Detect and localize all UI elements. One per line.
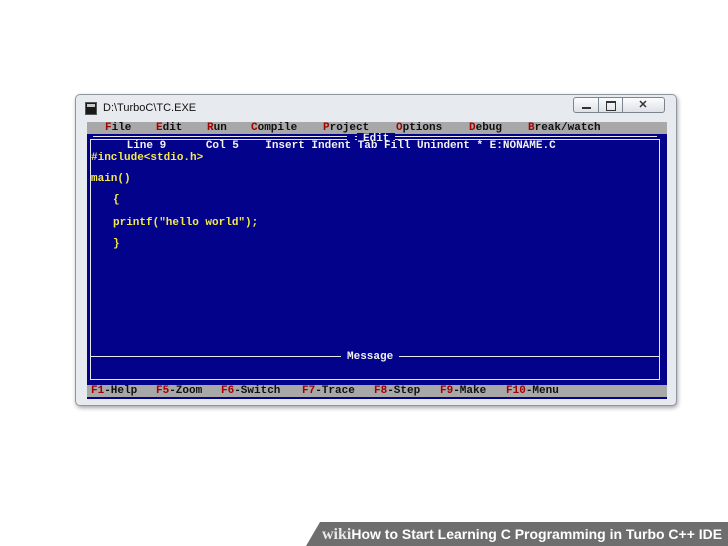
fkey-menu-label: -Menu <box>525 385 559 397</box>
minimize-button[interactable] <box>573 97 599 113</box>
menu-debug[interactable]: Debug <box>469 122 502 134</box>
dos-screen: File Edit Run Compile Project Options De… <box>87 122 667 399</box>
menu-project-hotkey: P <box>323 122 330 134</box>
code-line-main[interactable]: main() <box>91 173 131 185</box>
maximize-icon <box>606 101 616 111</box>
menu-run-hotkey: R <box>207 122 214 134</box>
fkey-switch-key: F6 <box>221 385 235 397</box>
fkey-help-label: -Help <box>104 385 138 397</box>
close-icon: ✕ <box>638 99 648 111</box>
menu-edit-label: dit <box>162 122 183 134</box>
fkey-menu-key: F10 <box>506 385 526 397</box>
fkey-make-label: -Make <box>453 385 487 397</box>
maximize-button[interactable] <box>599 97 623 113</box>
fkey-help-key: F1 <box>91 385 105 397</box>
fkey-trace[interactable]: F7-Trace <box>302 385 355 397</box>
menu-debug-hotkey: D <box>469 122 476 134</box>
fkey-step-key: F8 <box>374 385 388 397</box>
fkey-zoom-key: F5 <box>156 385 170 397</box>
minimize-icon <box>582 107 591 109</box>
menu-break-watch-label: reak/watch <box>534 122 601 134</box>
menu-file-hotkey: F <box>105 122 112 134</box>
menu-run[interactable]: Run <box>207 122 227 134</box>
close-button[interactable]: ✕ <box>623 97 665 113</box>
fkey-trace-key: F7 <box>302 385 316 397</box>
menu-edit-hotkey: E <box>156 122 163 134</box>
fkey-make[interactable]: F9-Make <box>440 385 486 397</box>
menu-edit[interactable]: Edit <box>156 122 182 134</box>
edit-window-frame[interactable] <box>90 136 660 380</box>
fkey-zoom-label: -Zoom <box>169 385 203 397</box>
fkey-trace-label: -Trace <box>315 385 355 397</box>
window-title: D:\TurboC\TC.EXE <box>103 102 197 114</box>
menu-run-label: un <box>213 122 227 134</box>
fkey-step-label: -Step <box>387 385 421 397</box>
menu-break-watch-hotkey: B <box>528 122 535 134</box>
menu-options[interactable]: Options <box>396 122 442 134</box>
menu-file-label: ile <box>111 122 132 134</box>
fkey-step[interactable]: F8-Step <box>374 385 420 397</box>
menu-compile[interactable]: Compile <box>251 122 297 134</box>
title-bar[interactable]: D:\TurboC\TC.EXE ✕ <box>76 95 676 121</box>
menu-file[interactable]: File <box>105 122 131 134</box>
function-key-bar: F1-Help F5-Zoom F6-Switch F7-Trace F8-St… <box>87 385 667 397</box>
application-window: D:\TurboC\TC.EXE ✕ File Edit Run Compile… <box>75 94 677 406</box>
menu-debug-label: ebug <box>475 122 503 134</box>
console-app-icon <box>85 102 97 115</box>
message-window-title: Message <box>341 351 400 363</box>
fkey-zoom[interactable]: F5-Zoom <box>156 385 202 397</box>
code-line-include[interactable]: #include<stdio.h> <box>91 152 203 164</box>
menu-options-label: ptions <box>402 122 443 134</box>
caption-text: wikiHow to Start Learning C Programming … <box>322 525 722 544</box>
fkey-menu[interactable]: F10-Menu <box>506 385 559 397</box>
wikihow-logo: wiki <box>322 526 352 543</box>
menu-compile-hotkey: C <box>251 122 258 134</box>
menu-compile-label: ompile <box>257 122 298 134</box>
code-line-close-brace[interactable]: } <box>113 238 120 250</box>
editor-status-line: Line 9 Col 5 Insert Indent Tab Fill Unin… <box>87 140 556 152</box>
menu-break-watch[interactable]: Break/watch <box>528 122 601 134</box>
fkey-help[interactable]: F1-Help <box>91 385 137 397</box>
fkey-switch-label: -Switch <box>234 385 281 397</box>
fkey-switch[interactable]: F6-Switch <box>221 385 280 397</box>
code-line-open-brace[interactable]: { <box>113 194 120 206</box>
caption-banner: wikiHow to Start Learning C Programming … <box>306 522 728 546</box>
menu-options-hotkey: O <box>396 122 403 134</box>
fkey-make-key: F9 <box>440 385 454 397</box>
caption-title: to Start Learning C Programming in Turbo… <box>380 526 723 542</box>
code-line-printf[interactable]: printf("hello world"); <box>113 217 258 229</box>
caption-how: How <box>351 526 381 542</box>
